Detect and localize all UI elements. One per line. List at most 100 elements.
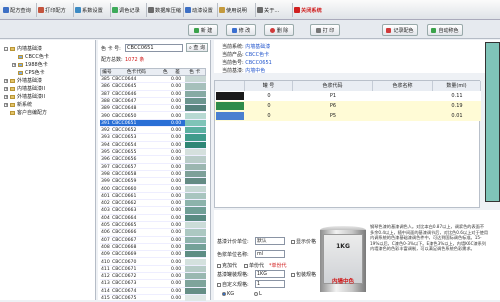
colorant-unit-input[interactable]: ml (255, 250, 285, 258)
tree-item[interactable]: 客户自编配方 (4, 109, 47, 116)
opt-a-checkbox[interactable]: 克加代 (217, 262, 237, 269)
toolbar-paint-button[interactable]: 动漆设置 (185, 3, 213, 17)
table-row[interactable]: 405 CBCC0665 0.00 (100, 222, 206, 230)
table-row[interactable]: 388 CBCC0647 0.00 (100, 97, 206, 106)
table-row[interactable]: 397 CBCC0657 0.00 (100, 163, 206, 171)
tree-item[interactable]: + 外墙基础漆II (4, 93, 45, 100)
table-row[interactable]: 414 CBCC0674 0.00 (100, 287, 206, 295)
expand-toggle-icon[interactable]: + (4, 78, 8, 83)
toolbar-database-button[interactable]: 数据库压缩 (148, 3, 181, 17)
custom-spec-checkbox[interactable]: 自定义规格: (217, 281, 249, 288)
unit-kg-radio[interactable]: KG (222, 291, 234, 297)
table-row[interactable]: 415 CBCC0675 0.00 (100, 295, 206, 302)
modify-button[interactable]: 修 改 (226, 24, 256, 36)
row-code: CBCC0674 (112, 288, 137, 294)
table-row[interactable]: 407 CBCC0667 0.00 (100, 236, 206, 244)
table-row[interactable]: 385 CBCC0644 0.00 (100, 76, 206, 84)
custom-spec-input[interactable]: 1 (255, 280, 285, 288)
table-row[interactable]: 394 CBCC0654 0.00 (100, 141, 206, 149)
expand-toggle-icon[interactable]: + (12, 62, 16, 67)
show-price-checkbox[interactable]: 显示价格 (291, 238, 316, 245)
row-diff: 0.00 (171, 77, 182, 82)
record-color-button[interactable]: 记录配色 (382, 24, 418, 36)
table-row[interactable]: 410 CBCC0670 0.00 (100, 258, 206, 266)
table-row[interactable]: 401 CBCC0661 0.00 (100, 192, 206, 201)
formula-cell-code: P1 (329, 93, 337, 99)
formula-cell-name (373, 101, 433, 111)
paint-can-image: 1KG 内墙中色 (320, 226, 366, 296)
table-row[interactable]: 395 CBCC0655 0.00 (100, 149, 206, 157)
note-red: *单份代 (269, 263, 287, 269)
base-unit-select[interactable]: 默认 (255, 237, 285, 245)
card-number-input[interactable]: CBCC0651 (125, 44, 183, 52)
table-row[interactable]: 386 CBCC0645 0.00 (100, 83, 206, 91)
formula-row[interactable]: 0 P5 0.01 (215, 111, 481, 121)
table-row[interactable]: 389 CBCC0648 0.00 (100, 105, 206, 113)
table-row[interactable]: 413 CBCC0673 0.00 (100, 280, 206, 288)
table-row[interactable]: 411 CBCC0671 0.00 (100, 265, 206, 274)
table-row[interactable]: 392 CBCC0652 0.00 (100, 127, 206, 135)
tree-item[interactable]: - 内墙基础漆 (4, 45, 42, 52)
grid-header-cell[interactable]: 编号 (101, 69, 113, 75)
table-row[interactable]: 393 CBCC0653 0.00 (100, 134, 206, 142)
tree-item[interactable]: CPS色卡 (12, 69, 45, 76)
row-code: CBCC0644 (112, 77, 137, 82)
toolbar-print-button[interactable]: 打印配方 (38, 3, 66, 17)
toolbar-info-button[interactable]: 关于... (257, 3, 279, 17)
row-number: 413 (101, 281, 110, 287)
table-row[interactable]: 404 CBCC0664 0.00 (100, 214, 206, 222)
row-number: 398 (101, 171, 110, 177)
tree-item[interactable]: +1988色卡 (12, 61, 48, 68)
table-row[interactable]: 396 CBCC0656 0.00 (100, 156, 206, 164)
formula-row[interactable]: 0 P6 0.19 (215, 101, 481, 111)
tree-item[interactable]: + 内墙基础漆II (4, 85, 45, 92)
opt-b-checkbox[interactable]: 单份代 (244, 262, 264, 269)
color-swatch (185, 207, 206, 214)
delete-button[interactable]: 删 除 (264, 24, 294, 36)
table-row[interactable]: 390 CBCC0650 0.00 (100, 112, 206, 120)
table-row[interactable]: 408 CBCC0668 0.00 (100, 243, 206, 252)
toolbar-record-button[interactable]: 调色记录 (112, 3, 140, 17)
grid-header: 编号 色卡代码色差色 卡 (100, 68, 206, 76)
table-row[interactable]: 398 CBCC0658 0.00 (100, 170, 206, 179)
row-number: 403 (101, 208, 110, 214)
tree-item[interactable]: CBCC色卡 (12, 53, 49, 60)
row-code: CBCC0675 (112, 296, 137, 301)
grid-header-cell[interactable]: 色 (160, 69, 171, 75)
table-row[interactable]: 412 CBCC0672 0.00 (100, 273, 206, 281)
package-spec-button[interactable]: 包装规格 (291, 271, 316, 278)
tree-item[interactable]: + 外墙基础漆 (4, 77, 42, 84)
toolbar-power-button[interactable]: 关闭系统 (294, 3, 322, 17)
row-diff: 0.00 (171, 171, 182, 177)
toolbar-separator (183, 3, 184, 17)
expand-toggle-icon[interactable]: + (4, 94, 8, 99)
row-number: 402 (101, 201, 110, 207)
new-button[interactable]: 新 建 (188, 24, 218, 36)
toolbar-help-button[interactable]: 使用说明 (219, 3, 247, 17)
table-row[interactable]: 403 CBCC0663 0.00 (100, 207, 206, 215)
formula-row[interactable]: 0 P1 0.11 (215, 91, 481, 101)
print-button[interactable]: 打 印 (310, 24, 340, 36)
toolbar-settings-button[interactable]: 系数设置 (75, 3, 103, 17)
table-row[interactable]: 409 CBCC0669 0.00 (100, 251, 206, 259)
tree-item[interactable]: + 新系统 (4, 101, 32, 108)
spec-select[interactable]: 1KG (255, 270, 285, 278)
toolbar-search-button[interactable]: 配方查询 (3, 3, 31, 17)
auto-weigh-button[interactable]: 自动称色 (427, 24, 463, 36)
expand-toggle-icon[interactable]: - (4, 46, 8, 51)
table-row[interactable]: 387 CBCC0646 0.00 (100, 90, 206, 98)
expand-toggle-icon[interactable]: + (4, 86, 8, 91)
unit-l-radio[interactable]: L (254, 291, 262, 297)
table-row[interactable]: 406 CBCC0666 0.00 (100, 229, 206, 237)
row-number: 394 (101, 142, 110, 148)
table-row[interactable]: 402 CBCC0662 0.00 (100, 200, 206, 208)
expand-toggle-icon[interactable]: + (4, 102, 8, 107)
grid-header-cell[interactable]: 差 (171, 69, 185, 75)
table-row[interactable]: 391 CBCC0651 0.00 (100, 119, 206, 128)
grid-header-cell[interactable]: 色卡代码 (113, 69, 160, 75)
help-icon (219, 7, 225, 13)
search-button[interactable]: ⌕ 查 询 (186, 43, 208, 52)
table-row[interactable]: 399 CBCC0659 0.00 (100, 178, 206, 186)
grid-header-cell[interactable]: 色 卡 (184, 69, 205, 75)
table-row[interactable]: 400 CBCC0660 0.00 (100, 185, 206, 193)
